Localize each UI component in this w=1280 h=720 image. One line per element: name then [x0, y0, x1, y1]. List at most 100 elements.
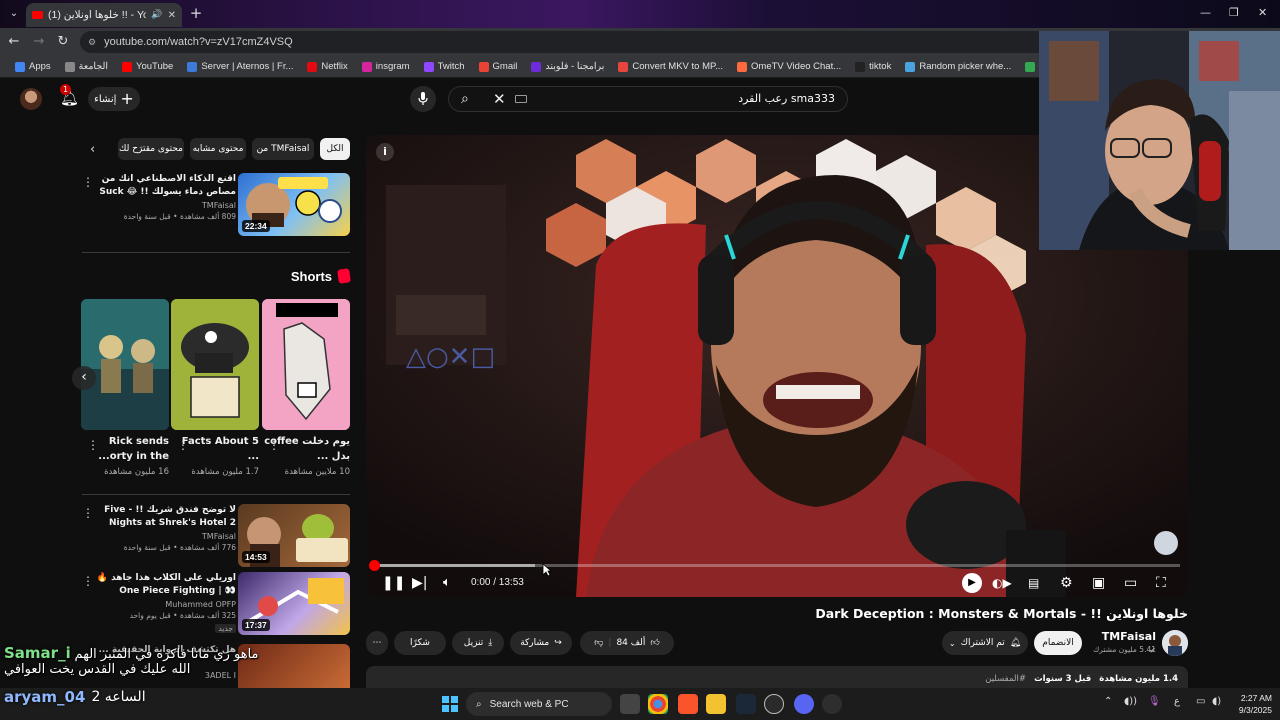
clear-search-icon[interactable]: ✕: [493, 90, 506, 108]
create-button[interactable]: إنشاء +: [88, 87, 140, 111]
more-actions-button[interactable]: ⋯: [366, 631, 388, 655]
channel-avatar[interactable]: [1162, 630, 1188, 656]
chip-from-channel[interactable]: من TMFaisal: [252, 138, 314, 160]
subtitles-icon[interactable]: ▤: [1028, 575, 1039, 591]
site-info-icon[interactable]: ⚙: [88, 37, 96, 48]
pause-icon[interactable]: ❚❚: [382, 575, 405, 591]
account-avatar[interactable]: [20, 88, 42, 110]
hashtag[interactable]: #المفسلين: [985, 674, 1026, 684]
bookmark-item[interactable]: Gmail: [472, 61, 525, 72]
close-tab-icon[interactable]: ✕: [168, 10, 176, 21]
subscribed-button[interactable]: ⌄ تم الاشتراك 🔔︎: [942, 631, 1028, 655]
minimize-icon[interactable]: —: [1200, 6, 1211, 19]
bookmark-item[interactable]: YouTube: [115, 61, 180, 72]
notifications-button[interactable]: 🔔︎ 1: [60, 84, 79, 106]
browser-tab-youtube[interactable]: (1) خلوها اونلاين !! - YouTube 🔊 ✕: [26, 3, 182, 27]
chip-all[interactable]: الكل: [320, 138, 350, 160]
maximize-icon[interactable]: ❐: [1229, 6, 1239, 19]
progress-bar[interactable]: [369, 560, 1180, 571]
like-count[interactable]: 84 ألف: [616, 638, 645, 648]
video-thumbnail[interactable]: 22:34: [238, 173, 350, 236]
bookmark-item[interactable]: Random picker whe...: [898, 61, 1018, 72]
shorts-prev-button[interactable]: ‹: [72, 366, 96, 390]
more-options-icon[interactable]: ⋮: [177, 438, 189, 452]
bookmark-item[interactable]: Apps: [8, 61, 58, 72]
bookmark-item[interactable]: Server | Aternos | Fr...: [180, 61, 300, 72]
download-button[interactable]: تنزيل ⤓: [452, 631, 504, 655]
bookmark-item[interactable]: Twitch: [417, 61, 472, 72]
short-card[interactable]: [171, 299, 259, 430]
bookmark-item[interactable]: Netflix: [300, 61, 354, 72]
forward-icon[interactable]: →: [31, 34, 47, 49]
fullscreen-icon[interactable]: ⛶: [1156, 575, 1166, 591]
more-options-icon[interactable]: ⋮: [82, 506, 94, 520]
video-thumbnail[interactable]: 14:53: [238, 504, 350, 567]
taskbar-search[interactable]: ⌕ Search web & PC: [466, 692, 612, 716]
bookmark-item[interactable]: OmeTV Video Chat...: [730, 61, 848, 72]
thanks-button[interactable]: شكرًا: [394, 631, 446, 655]
more-options-icon[interactable]: ⋮: [268, 438, 280, 452]
tab-search-icon[interactable]: ⌄: [6, 6, 22, 22]
search-box[interactable]: ⌕ ✕ sma333 رعب القرد: [448, 86, 848, 112]
sidebar-video-item[interactable]: ⋮ لا توضح فندق شريك !! - Five Nights at …: [82, 504, 350, 568]
back-icon[interactable]: ←: [6, 34, 22, 49]
bookmark-item[interactable]: insgram: [355, 61, 417, 72]
obs-icon[interactable]: [764, 694, 784, 714]
bookmark-item[interactable]: الجامعة: [58, 61, 115, 72]
windows-start-icon[interactable]: [440, 694, 460, 714]
short-card[interactable]: [81, 299, 169, 430]
reload-icon[interactable]: ↻: [55, 34, 71, 49]
new-tab-button[interactable]: +: [187, 5, 205, 23]
channel-name[interactable]: TMFaisal: [96, 532, 236, 541]
brave-icon[interactable]: [678, 694, 698, 714]
taskbar-clock[interactable]: 2:27 AM 9/3/2025: [1228, 692, 1272, 716]
more-options-icon[interactable]: ⋮: [82, 175, 94, 189]
microphone-tray-icon[interactable]: 🎙︎: [1148, 696, 1161, 707]
chrome-icon[interactable]: [648, 694, 668, 714]
search-input[interactable]: sma333 رعب القرد: [738, 92, 835, 105]
short-card[interactable]: [262, 299, 350, 430]
sidebar-video-item[interactable]: ⋮ اوريلي على الكلاب هذا جاهد 🔥 👀 | One P…: [82, 572, 350, 636]
language-indicator[interactable]: ع: [1174, 696, 1180, 707]
search-icon[interactable]: ⌕: [461, 91, 469, 107]
video-title[interactable]: اقنع الذكاء الاصطناعي انك من مصاص دماء ي…: [96, 173, 236, 199]
audio-playing-icon[interactable]: 🔊: [151, 10, 162, 20]
autoplay-toggle[interactable]: ◐▶: [992, 575, 1012, 591]
bookmark-item[interactable]: برامجنا - فلوبند: [524, 61, 611, 72]
next-icon[interactable]: ▶|: [412, 575, 427, 591]
video-title[interactable]: اوريلي على الكلاب هذا جاهد 🔥 👀 | One Pie…: [96, 572, 236, 598]
settings-gear-icon[interactable]: ⚙: [1060, 575, 1073, 591]
video-thumbnail[interactable]: 17:37: [238, 572, 350, 635]
discord-icon[interactable]: [794, 694, 814, 714]
channel-name[interactable]: TMFaisal: [96, 201, 236, 210]
info-icon[interactable]: i: [376, 143, 394, 161]
share-button[interactable]: مشاركة ↪: [510, 631, 572, 655]
bookmark-item[interactable]: Convert MKV to MP...: [611, 61, 730, 72]
speaker-icon[interactable]: ◖)): [1124, 696, 1137, 707]
app-icon[interactable]: [822, 694, 842, 714]
channel-name[interactable]: Muhammed OPFP: [96, 600, 236, 609]
join-button[interactable]: الانضمام: [1034, 631, 1082, 655]
chip-related[interactable]: محتوى مشابه: [190, 138, 246, 160]
ambient-mode-icon[interactable]: ▶: [962, 573, 982, 593]
sidebar-video-item[interactable]: ⋮ اقنع الذكاء الاصطناعي انك من مصاص دماء…: [82, 173, 350, 237]
keyboard-icon[interactable]: [515, 95, 527, 103]
dislike-icon[interactable]: 👎︎: [594, 638, 603, 648]
voice-search-button[interactable]: [410, 86, 436, 112]
volume-tray-icon[interactable]: ◖): [1212, 696, 1221, 707]
video-title[interactable]: لا توضح فندق شريك !! - Five Nights at Sh…: [96, 504, 236, 530]
close-window-icon[interactable]: ✕: [1258, 6, 1267, 19]
bookmark-item[interactable]: tiktok: [848, 61, 898, 72]
file-explorer-icon[interactable]: [706, 694, 726, 714]
task-view-icon[interactable]: [620, 694, 640, 714]
chip-recommended[interactable]: محتوى مقترَح لك: [118, 138, 184, 160]
volume-icon[interactable]: 🔈︎: [443, 575, 451, 591]
more-options-icon[interactable]: ⋮: [82, 574, 94, 588]
miniplayer-icon[interactable]: ▣: [1092, 575, 1105, 591]
theater-mode-icon[interactable]: ▭: [1124, 575, 1137, 591]
steam-icon[interactable]: [736, 694, 756, 714]
network-icon[interactable]: ▭: [1196, 696, 1205, 707]
more-options-icon[interactable]: ⋮: [87, 438, 99, 452]
like-icon[interactable]: 👍︎: [650, 638, 659, 648]
tray-overflow-icon[interactable]: ⌃: [1104, 696, 1112, 707]
